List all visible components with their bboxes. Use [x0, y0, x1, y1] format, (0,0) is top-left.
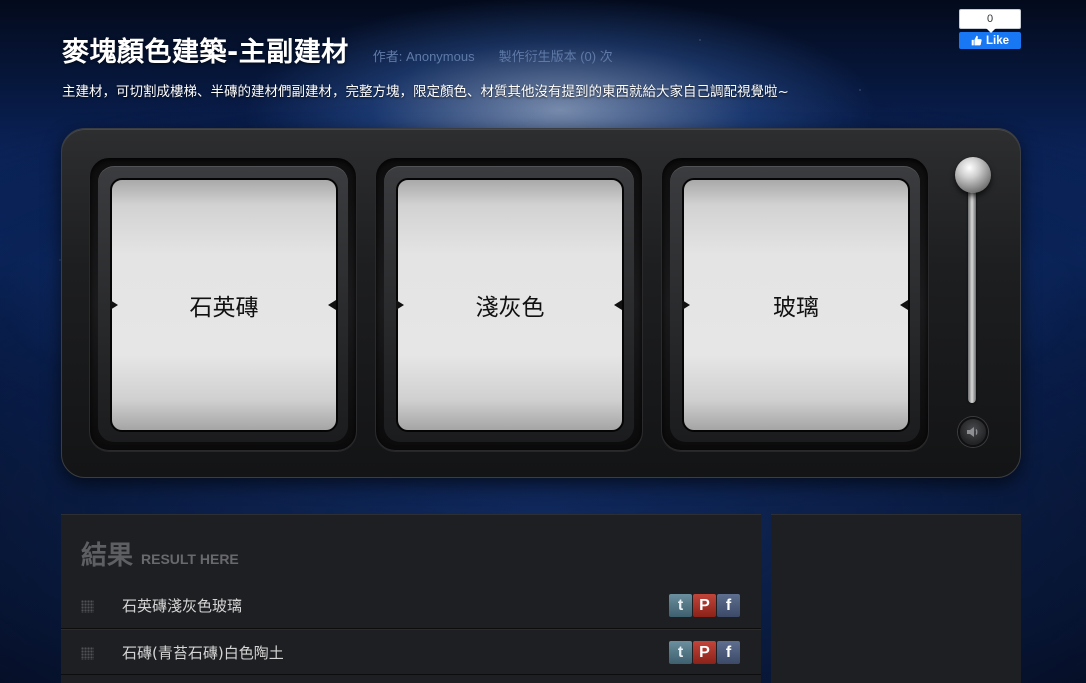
reel-1-value: 石英磚 [189, 295, 259, 321]
reel-2[interactable]: 淺灰色 [396, 178, 624, 432]
twitter-icon[interactable]: t [669, 594, 692, 617]
page-description: 主建材，可切割成樓梯、半磚的建材們副建材，完整方塊，限定顏色、材質其他沒有提到的… [62, 84, 789, 100]
author-label[interactable]: 作者: Anonymous [373, 46, 475, 65]
result-row: 石磚(青苔石磚)白色陶土 t P f [61, 629, 761, 675]
twitter-icon[interactable]: t [669, 641, 692, 664]
reel-frame-1: 石英磚 [89, 157, 357, 451]
share-icons: t P f [669, 594, 740, 617]
reel-3-right-pointer-icon [900, 300, 908, 310]
lever-knob-icon[interactable] [955, 157, 991, 193]
reel-2-left-pointer-icon [396, 300, 404, 310]
facebook-icon[interactable]: f [717, 641, 740, 664]
results-header: 結果 RESULT HERE [61, 515, 761, 583]
results-panel: 結果 RESULT HERE 石英磚淺灰色玻璃 t P f 石磚(青苔石磚)白色… [61, 514, 761, 683]
drag-handle-icon[interactable] [81, 600, 94, 613]
derivative-count[interactable]: 製作衍生版本 (0) 次 [499, 46, 613, 65]
like-label: Like [985, 34, 1009, 47]
plurk-icon[interactable]: P [693, 594, 716, 617]
results-title: 結果 [81, 541, 134, 571]
reel-2-value: 淺灰色 [475, 295, 545, 321]
sound-toggle-button[interactable] [958, 417, 988, 447]
plurk-icon[interactable]: P [693, 641, 716, 664]
slot-machine: 石英磚 淺灰色 玻璃 [61, 128, 1021, 478]
reel-1-left-pointer-icon [110, 300, 118, 310]
page-header: 麥塊顏色建築-主副建材 作者: Anonymous 製作衍生版本 (0) 次 [62, 30, 962, 69]
thumbs-up-icon [971, 35, 982, 46]
page-title: 麥塊顏色建築-主副建材 [62, 37, 349, 68]
title-row: 麥塊顏色建築-主副建材 作者: Anonymous 製作衍生版本 (0) 次 [62, 30, 962, 69]
facebook-like-widget[interactable]: 0 Like [959, 9, 1021, 49]
like-count: 0 [959, 9, 1021, 33]
speaker-icon [967, 427, 978, 437]
share-icons: t P f [669, 641, 740, 664]
reel-frame-2: 淺灰色 [375, 157, 643, 451]
facebook-like-button[interactable]: Like [959, 32, 1021, 49]
reel-2-right-pointer-icon [614, 300, 622, 310]
facebook-icon[interactable]: f [717, 594, 740, 617]
lever-track[interactable] [968, 187, 976, 403]
reel-3[interactable]: 玻璃 [682, 178, 910, 432]
result-row: 石英磚淺灰色玻璃 t P f [61, 583, 761, 629]
result-text: 石磚(青苔石磚)白色陶土 [122, 643, 284, 662]
results-subtitle: RESULT HERE [141, 551, 239, 567]
reel-3-left-pointer-icon [682, 300, 690, 310]
reel-1-right-pointer-icon [328, 300, 336, 310]
result-text: 石英磚淺灰色玻璃 [122, 597, 243, 615]
reel-3-value: 玻璃 [773, 295, 819, 321]
reel-frame-3: 玻璃 [661, 157, 929, 451]
drag-handle-icon[interactable] [81, 647, 94, 660]
reel-1[interactable]: 石英磚 [110, 178, 338, 432]
side-panel [771, 514, 1021, 683]
